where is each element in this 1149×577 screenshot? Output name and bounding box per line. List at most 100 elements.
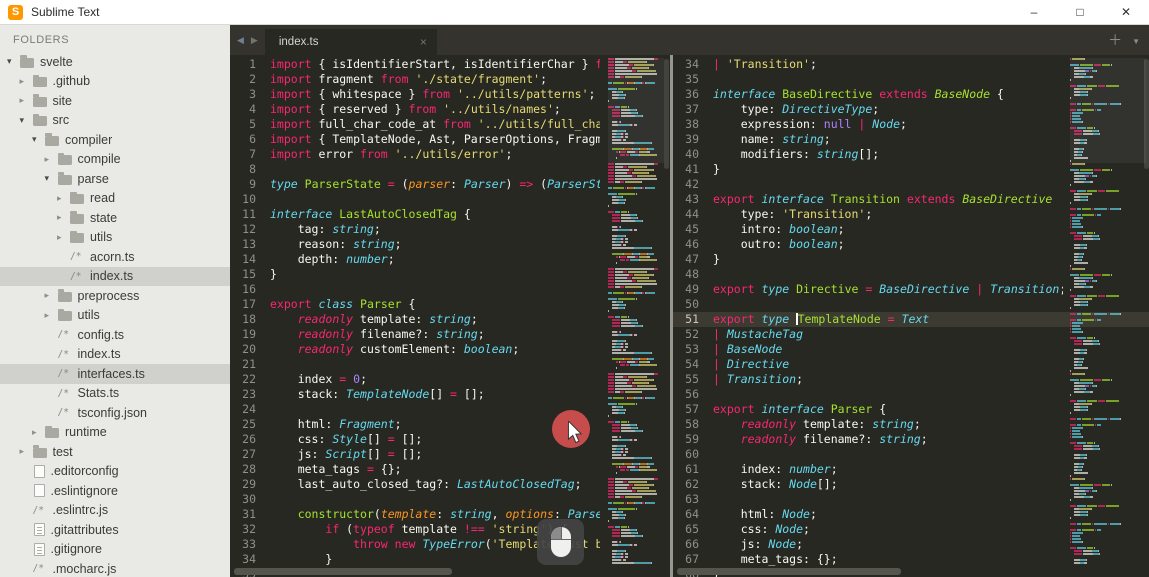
- code-line-8[interactable]: 8: [230, 162, 670, 177]
- folder-expand-icon[interactable]: ▸: [45, 290, 57, 301]
- code-line-33[interactable]: 33 throw new TypeError('Template must be: [230, 537, 670, 552]
- tree-file-config.ts[interactable]: /*config.ts: [0, 325, 230, 345]
- tree-file-index.ts[interactable]: /*index.ts: [0, 267, 230, 287]
- new-tab-icon[interactable]: ＋: [1108, 30, 1122, 50]
- code-line-15[interactable]: 15}: [230, 267, 670, 282]
- code-text: readonly template: string;: [266, 312, 600, 327]
- minimize-button[interactable]: –: [1011, 0, 1057, 24]
- minimap-right[interactable]: [1070, 58, 1146, 565]
- code-line-12[interactable]: 12 tag: string;: [230, 222, 670, 237]
- tree-folder-read[interactable]: ▸read: [0, 189, 230, 209]
- editor-pane-left[interactable]: 1import { isIdentifierStart, isIdentifie…: [230, 55, 670, 577]
- tab-close-icon[interactable]: ×: [420, 35, 427, 49]
- code-line-10[interactable]: 10: [230, 192, 670, 207]
- folder-collapse-icon[interactable]: ▾: [32, 134, 44, 145]
- tree-folder-compile[interactable]: ▸compile: [0, 150, 230, 170]
- tree-folder-utils[interactable]: ▸utils: [0, 306, 230, 326]
- code-line-4[interactable]: 4import { reserved } from '../utils/name…: [230, 102, 670, 117]
- folder-collapse-icon[interactable]: ▾: [45, 173, 57, 184]
- code-line-1[interactable]: 1import { isIdentifierStart, isIdentifie…: [230, 57, 670, 72]
- vertical-scrollbar-left[interactable]: [664, 59, 669, 169]
- code-line-23[interactable]: 23 stack: TemplateNode[] = [];: [230, 387, 670, 402]
- code-line-2[interactable]: 2import fragment from './state/fragment'…: [230, 72, 670, 87]
- code-line-14[interactable]: 14 depth: number;: [230, 252, 670, 267]
- code-line-22[interactable]: 22 index = 0;: [230, 372, 670, 387]
- title-bar[interactable]: S Sublime Text – □ ✕: [0, 0, 1149, 25]
- code-line-5[interactable]: 5import full_char_code_at from '../utils…: [230, 117, 670, 132]
- tree-file-.eslintignore[interactable]: .eslintignore: [0, 481, 230, 501]
- code-line-19[interactable]: 19 readonly filename?: string;: [230, 327, 670, 342]
- tree-file-acorn.ts[interactable]: /*acorn.ts: [0, 247, 230, 267]
- tree-file-.gitattributes[interactable]: .gitattributes: [0, 520, 230, 540]
- tree-folder-runtime[interactable]: ▸runtime: [0, 423, 230, 443]
- folder-expand-icon[interactable]: ▸: [20, 76, 32, 87]
- mouse-left-button-pressed: [551, 527, 561, 539]
- code-line-29[interactable]: 29 last_auto_closed_tag?: LastAutoClosed…: [230, 477, 670, 492]
- code-line-32[interactable]: 32 if (typeof template !== 'string') {: [230, 522, 670, 537]
- tree-file-tsconfig.json[interactable]: /*tsconfig.json: [0, 403, 230, 423]
- maximize-button[interactable]: □: [1057, 0, 1103, 24]
- code-line-30[interactable]: 30: [230, 492, 670, 507]
- tree-folder-svelte[interactable]: ▾svelte: [0, 52, 230, 72]
- editor-pane-right[interactable]: 34| 'Transition';3536interface BaseDirec…: [673, 55, 1149, 577]
- code-line-31[interactable]: 31 constructor(template: string, options…: [230, 507, 670, 522]
- code-line-25[interactable]: 25 html: Fragment;: [230, 417, 670, 432]
- code-text: | BaseNode: [709, 342, 1063, 357]
- folder-expand-icon[interactable]: ▸: [20, 95, 32, 106]
- code-line-11[interactable]: 11interface LastAutoClosedTag {: [230, 207, 670, 222]
- tree-folder-site[interactable]: ▸site: [0, 91, 230, 111]
- next-tab-icon[interactable]: ▶: [251, 35, 258, 46]
- code-line-7[interactable]: 7import error from '../utils/error';: [230, 147, 670, 162]
- code-line-21[interactable]: 21: [230, 357, 670, 372]
- code-line-16[interactable]: 16: [230, 282, 670, 297]
- tree-file-.gitignore[interactable]: .gitignore: [0, 540, 230, 560]
- folder-expand-icon[interactable]: ▸: [45, 310, 57, 321]
- tree-folder-parse[interactable]: ▾parse: [0, 169, 230, 189]
- folder-expand-icon[interactable]: ▸: [57, 212, 69, 223]
- tree-file-index.ts[interactable]: /*index.ts: [0, 345, 230, 365]
- code-line-28[interactable]: 28 meta_tags = {};: [230, 462, 670, 477]
- prev-tab-icon[interactable]: ◀: [237, 35, 244, 46]
- tree-file-interfaces.ts[interactable]: /*interfaces.ts: [0, 364, 230, 384]
- code-line-24[interactable]: 24: [230, 402, 670, 417]
- minimap-left[interactable]: [608, 58, 664, 565]
- code-line-3[interactable]: 3import { whitespace } from '../utils/pa…: [230, 87, 670, 102]
- code-line-26[interactable]: 26 css: Style[] = [];: [230, 432, 670, 447]
- code-line-34[interactable]: 34 }: [230, 552, 670, 567]
- tree-folder-.github[interactable]: ▸.github: [0, 72, 230, 92]
- tree-folder-state[interactable]: ▸state: [0, 208, 230, 228]
- close-button[interactable]: ✕: [1103, 0, 1149, 24]
- tree-file-Stats.ts[interactable]: /*Stats.ts: [0, 384, 230, 404]
- tree-folder-compiler[interactable]: ▾compiler: [0, 130, 230, 150]
- code-line-18[interactable]: 18 readonly template: string;: [230, 312, 670, 327]
- tree-item-label: tsconfig.json: [78, 406, 147, 420]
- folder-expand-icon[interactable]: ▸: [32, 427, 44, 438]
- code-line-17[interactable]: 17export class Parser {: [230, 297, 670, 312]
- code-line-20[interactable]: 20 readonly customElement: boolean;: [230, 342, 670, 357]
- tab-overflow-icon[interactable]: ▼: [1132, 37, 1140, 46]
- horizontal-scrollbar-right[interactable]: [677, 568, 901, 575]
- tree-folder-preprocess[interactable]: ▸preprocess: [0, 286, 230, 306]
- code-line-27[interactable]: 27 js: Script[] = [];: [230, 447, 670, 462]
- tree-file-.mocharc.js[interactable]: /*.mocharc.js: [0, 559, 230, 577]
- tree-file-.eslintrc.js[interactable]: /*.eslintrc.js: [0, 501, 230, 521]
- folder-collapse-icon[interactable]: ▾: [20, 115, 32, 126]
- horizontal-scrollbar-left[interactable]: [234, 568, 452, 575]
- code-line-9[interactable]: 9type ParserState = (parser: Parser) => …: [230, 177, 670, 192]
- code-line-6[interactable]: 6import { TemplateNode, Ast, ParserOptio…: [230, 132, 670, 147]
- code-text: readonly filename?: string;: [266, 327, 600, 342]
- folder-expand-icon[interactable]: ▸: [20, 446, 32, 457]
- code-line-13[interactable]: 13 reason: string;: [230, 237, 670, 252]
- sidebar: FOLDERS ▾svelte▸.github▸site▾src▾compile…: [0, 25, 230, 577]
- tree-folder-utils[interactable]: ▸utils: [0, 228, 230, 248]
- code-text: reason: string;: [266, 237, 600, 252]
- tree-folder-test[interactable]: ▸test: [0, 442, 230, 462]
- mouse-cursor-icon: [567, 421, 582, 444]
- folder-collapse-icon[interactable]: ▾: [7, 56, 19, 67]
- folder-expand-icon[interactable]: ▸: [45, 154, 57, 165]
- tab-index-ts[interactable]: index.ts ×: [265, 29, 437, 55]
- tree-folder-src[interactable]: ▾src: [0, 111, 230, 131]
- folder-expand-icon[interactable]: ▸: [57, 193, 69, 204]
- tree-file-.editorconfig[interactable]: .editorconfig: [0, 462, 230, 482]
- folder-expand-icon[interactable]: ▸: [57, 232, 69, 243]
